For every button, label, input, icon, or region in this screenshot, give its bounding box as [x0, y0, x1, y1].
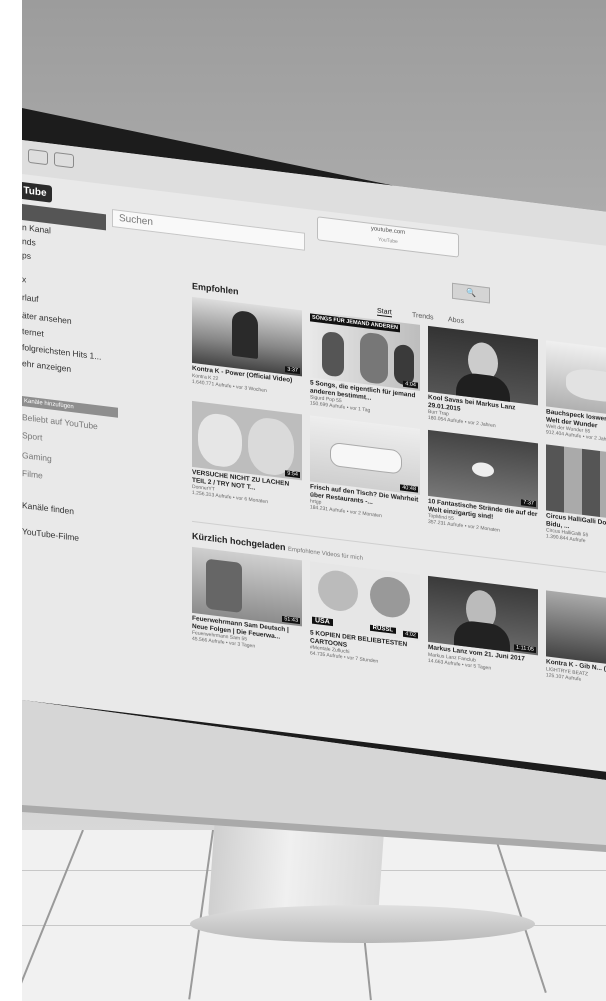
video-duration: 40:48	[400, 484, 418, 493]
sidebar: n Kanal nds ps x rlauf äter ansehen tern…	[22, 200, 122, 732]
sidebar-channel-popular[interactable]: Beliebt auf YouTube	[22, 412, 98, 431]
video-duration: 9:54	[285, 470, 300, 479]
tab-start[interactable]: Start	[377, 307, 392, 318]
video-card[interactable]: 3:37 Kontra K - Power (Official Video) K…	[192, 296, 302, 398]
video-thumbnail[interactable]: USA RUSSL 4:02	[310, 561, 420, 641]
sidebar-item-trends[interactable]: nds	[22, 236, 36, 248]
video-thumbnail[interactable]: 1:11:05	[428, 575, 538, 656]
sidebar-channel-sport[interactable]: Sport	[22, 430, 42, 442]
recommended-title: Empfohlen	[192, 280, 239, 297]
sidebar-item-abos[interactable]: ps	[22, 250, 31, 261]
sidebar-item-playlist[interactable]: ternet	[22, 326, 44, 339]
sidebar-channel-gaming[interactable]: Gaming	[22, 450, 52, 464]
video-card[interactable]: USA RUSSL 4:02 5 KOPIEN DER BELIEBTESTEN…	[310, 561, 420, 670]
video-thumbnail[interactable]	[546, 590, 606, 670]
video-thumbnail[interactable]: SONGS FÜR JEMAND ANDEREN 4:04	[310, 311, 420, 391]
video-card[interactable]: 7:37 10 Fantastische Strände die auf der…	[428, 429, 538, 539]
tab-trends[interactable]: Trends	[412, 312, 434, 322]
main-content: Empfohlen Start Trends Abos 3:37 Kontra …	[192, 281, 606, 757]
sidebar-find-channels[interactable]: Kanäle finden	[22, 500, 74, 516]
video-card[interactable]: Kool Savas bei Markus Lanz 29.01.2015 Bu…	[428, 325, 538, 435]
search-input[interactable]: Suchen	[112, 209, 305, 251]
video-card[interactable]: Bauchspeck loswerden Sport - Welt der Wu…	[546, 340, 606, 449]
sidebar-item-channel[interactable]: n Kanal	[22, 222, 51, 236]
video-thumbnail[interactable]	[428, 325, 538, 406]
video-card[interactable]: 9:54 VERSUCHE NICHT ZU LACHEN TEIL 2 / T…	[192, 400, 302, 510]
photo-scene: Tube Suchen youtube.com YouTube 🔍 n Kana…	[0, 0, 606, 1001]
video-thumbnail[interactable]: 7:37	[428, 429, 538, 510]
video-card[interactable]: 40:48 Frisch auf den Tisch? Die Wahrheit…	[310, 415, 420, 524]
video-thumbnail[interactable]: 51:43	[192, 546, 302, 627]
sidebar-channel-films[interactable]: Filme	[22, 468, 43, 481]
video-thumbnail[interactable]	[546, 444, 606, 524]
video-duration: 4:04	[403, 380, 418, 389]
video-thumbnail[interactable]	[546, 340, 606, 420]
thumbnail-label-russl: RUSSL	[369, 624, 396, 634]
video-card[interactable]: 51:43 Feuerwehrmann Sam Deutsch | Neue F…	[192, 546, 302, 656]
video-duration: 51:43	[282, 615, 300, 625]
video-card[interactable]: Circus HalliGalli Doll feat. Martens, Bi…	[546, 444, 606, 553]
youtube-logo[interactable]: Tube	[22, 181, 52, 203]
sidebar-item-library[interactable]: x	[22, 274, 26, 285]
sidebar-item-watch-later[interactable]: äter ansehen	[22, 310, 72, 326]
sidebar-item-more[interactable]: ehr anzeigen	[22, 358, 71, 374]
tab-abos[interactable]: Abos	[448, 316, 464, 325]
thumbnail-label-usa: USA	[312, 616, 333, 627]
screen: Tube Suchen youtube.com YouTube 🔍 n Kana…	[22, 140, 606, 774]
left-margin	[0, 0, 22, 1001]
video-duration: 4:02	[403, 630, 418, 639]
video-card[interactable]: SONGS FÜR JEMAND ANDEREN 4:04 5 Songs, d…	[310, 311, 420, 420]
video-thumbnail[interactable]: 3:37	[192, 296, 302, 377]
video-card[interactable]: 1:11:05 Markus Lanz vom 21. Juni 2017 Ma…	[428, 575, 538, 677]
video-duration: 3:37	[285, 366, 300, 375]
video-duration: 7:37	[521, 499, 536, 508]
search-button[interactable]: 🔍	[452, 282, 490, 304]
back-icon[interactable]	[28, 148, 48, 166]
video-duration: 1:11:05	[514, 644, 536, 654]
sidebar-youtube-films[interactable]: YouTube-Filme	[22, 526, 79, 543]
video-thumbnail[interactable]: 40:48	[310, 415, 420, 495]
sidebar-item-history[interactable]: rlauf	[22, 292, 39, 304]
monitor: Tube Suchen youtube.com YouTube 🔍 n Kana…	[0, 0, 606, 1001]
video-thumbnail[interactable]: 9:54	[192, 400, 302, 481]
video-card[interactable]: Kontra K - Gib N... (prod. Megastic) LIG…	[546, 590, 606, 691]
sidebar-toggle-icon[interactable]	[54, 151, 74, 169]
